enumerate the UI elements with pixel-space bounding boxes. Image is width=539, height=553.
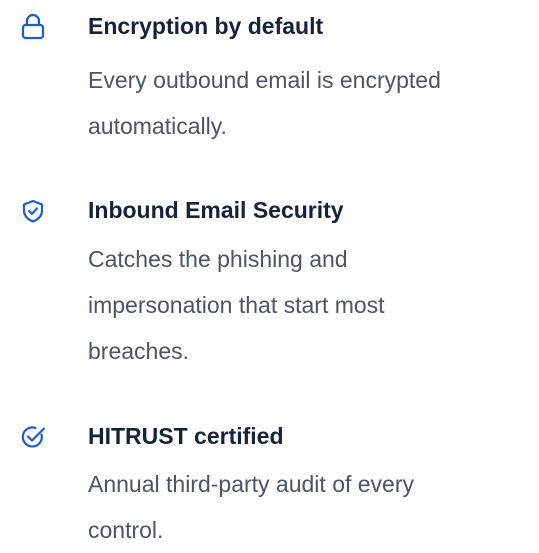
feature-description: Catches the phishing and impersonation t… xyxy=(88,236,385,374)
feature-description: Annual third-party audit of every contro… xyxy=(88,461,414,553)
feature-title: HITRUST certified xyxy=(88,423,284,449)
feature-description-line: Catches the phishing and xyxy=(88,246,348,272)
feature-description: Every outbound email is encrypted automa… xyxy=(88,57,441,149)
badge-check-icon xyxy=(18,422,48,452)
feature-description-line: automatically. xyxy=(88,113,227,139)
feature-description-line: Every outbound email is encrypted xyxy=(88,67,441,93)
feature-description-line: Annual third-party audit of every xyxy=(88,471,415,497)
feature-title: Encryption by default xyxy=(88,13,324,39)
shield-check-icon xyxy=(18,196,48,226)
feature-description-line: control. xyxy=(88,517,164,543)
feature-description-line: impersonation that start most xyxy=(88,292,385,318)
feature-list: Encryption by default Every outbound ema… xyxy=(0,0,539,543)
feature-description-line: breaches. xyxy=(88,338,190,364)
feature-title: Inbound Email Security xyxy=(88,197,344,223)
lock-icon xyxy=(18,11,48,41)
